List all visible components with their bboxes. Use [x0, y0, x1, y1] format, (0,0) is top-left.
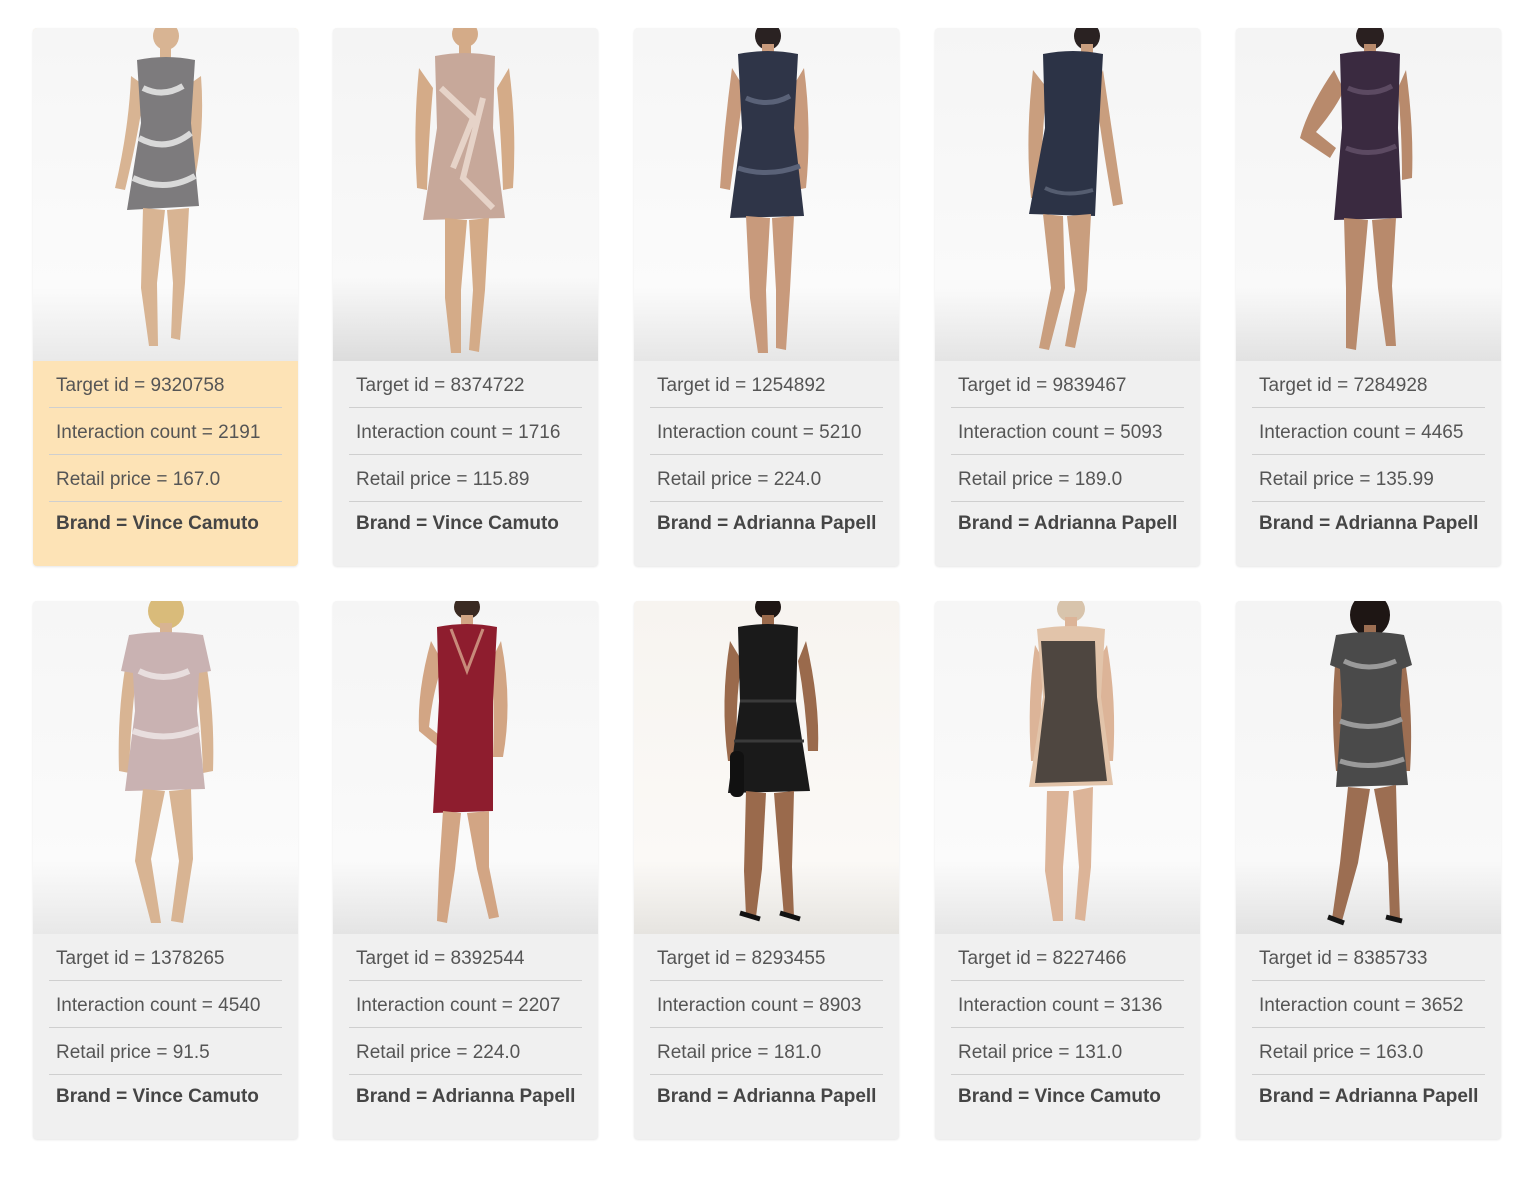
product-details: Target id = 8385733 Interaction count = … [1252, 934, 1485, 1119]
product-image[interactable] [333, 28, 598, 361]
brand: Brand = Vince Camuto [958, 1086, 1161, 1107]
dress-photo [333, 28, 598, 361]
retail-price: Retail price = 189.0 [951, 455, 1184, 502]
brand: Brand = Adrianna Papell [958, 513, 1178, 534]
retail-price: Retail price = 135.99 [1252, 455, 1485, 502]
interaction-count: Interaction count = 4465 [1252, 408, 1485, 455]
retail-price: Retail price = 181.0 [650, 1028, 883, 1075]
product-details: Target id = 9320758 Interaction count = … [49, 361, 282, 546]
product-card[interactable]: Target id = 9839467 Interaction count = … [935, 28, 1200, 566]
product-image[interactable] [33, 28, 298, 361]
retail-price: Retail price = 115.89 [349, 455, 582, 502]
target-id: Target id = 8392544 [349, 934, 582, 981]
product-details: Target id = 8374722 Interaction count = … [349, 361, 582, 546]
product-image[interactable] [1236, 28, 1501, 361]
dress-photo [1236, 601, 1501, 934]
target-id: Target id = 9320758 [49, 361, 282, 408]
brand: Brand = Adrianna Papell [1259, 1086, 1479, 1107]
dress-photo [935, 28, 1200, 361]
dress-photo [333, 601, 598, 934]
interaction-count: Interaction count = 3652 [1252, 981, 1485, 1028]
dress-photo [634, 601, 899, 934]
brand: Brand = Vince Camuto [356, 513, 559, 534]
product-card[interactable]: Target id = 8227466 Interaction count = … [935, 601, 1200, 1139]
brand: Brand = Vince Camuto [56, 513, 259, 534]
product-details: Target id = 8293455 Interaction count = … [650, 934, 883, 1119]
dress-photo [33, 601, 298, 934]
target-id: Target id = 9839467 [951, 361, 1184, 408]
product-card[interactable]: Target id = 8293455 Interaction count = … [634, 601, 899, 1139]
dress-photo [1236, 28, 1501, 361]
product-card[interactable]: Target id = 1378265 Interaction count = … [33, 601, 298, 1139]
product-details: Target id = 8392544 Interaction count = … [349, 934, 582, 1119]
retail-price: Retail price = 224.0 [650, 455, 883, 502]
brand: Brand = Adrianna Papell [1259, 513, 1479, 534]
dress-photo [33, 28, 298, 361]
product-image[interactable] [935, 28, 1200, 361]
product-image[interactable] [333, 601, 598, 934]
target-id: Target id = 1378265 [49, 934, 282, 981]
brand: Brand = Adrianna Papell [657, 513, 877, 534]
interaction-count: Interaction count = 1716 [349, 408, 582, 455]
product-card[interactable]: Target id = 8392544 Interaction count = … [333, 601, 598, 1139]
product-card[interactable]: Target id = 7284928 Interaction count = … [1236, 28, 1501, 566]
product-details: Target id = 9839467 Interaction count = … [951, 361, 1184, 546]
product-card[interactable]: Target id = 1254892 Interaction count = … [634, 28, 899, 566]
product-image[interactable] [33, 601, 298, 934]
product-card[interactable]: Target id = 8385733 Interaction count = … [1236, 601, 1501, 1139]
dress-photo [935, 601, 1200, 934]
retail-price: Retail price = 131.0 [951, 1028, 1184, 1075]
retail-price: Retail price = 224.0 [349, 1028, 582, 1075]
brand: Brand = Adrianna Papell [356, 1086, 576, 1107]
product-image[interactable] [634, 28, 899, 361]
target-id: Target id = 8227466 [951, 934, 1184, 981]
interaction-count: Interaction count = 8903 [650, 981, 883, 1028]
product-details: Target id = 1378265 Interaction count = … [49, 934, 282, 1119]
product-details: Target id = 8227466 Interaction count = … [951, 934, 1184, 1119]
product-image[interactable] [634, 601, 899, 934]
brand: Brand = Vince Camuto [56, 1086, 259, 1107]
target-id: Target id = 8374722 [349, 361, 582, 408]
retail-price: Retail price = 163.0 [1252, 1028, 1485, 1075]
interaction-count: Interaction count = 5210 [650, 408, 883, 455]
retail-price: Retail price = 167.0 [49, 455, 282, 502]
product-card[interactable]: Target id = 9320758 Interaction count = … [33, 28, 298, 566]
brand: Brand = Adrianna Papell [657, 1086, 877, 1107]
product-card[interactable]: Target id = 8374722 Interaction count = … [333, 28, 598, 566]
interaction-count: Interaction count = 2207 [349, 981, 582, 1028]
product-details: Target id = 1254892 Interaction count = … [650, 361, 883, 546]
target-id: Target id = 8293455 [650, 934, 883, 981]
retail-price: Retail price = 91.5 [49, 1028, 282, 1075]
product-details: Target id = 7284928 Interaction count = … [1252, 361, 1485, 546]
interaction-count: Interaction count = 2191 [49, 408, 282, 455]
product-image[interactable] [1236, 601, 1501, 934]
dress-photo [634, 28, 899, 361]
interaction-count: Interaction count = 5093 [951, 408, 1184, 455]
target-id: Target id = 1254892 [650, 361, 883, 408]
product-grid: Target id = 9320758 Interaction count = … [0, 0, 1536, 1186]
target-id: Target id = 8385733 [1252, 934, 1485, 981]
interaction-count: Interaction count = 3136 [951, 981, 1184, 1028]
product-image[interactable] [935, 601, 1200, 934]
target-id: Target id = 7284928 [1252, 361, 1485, 408]
interaction-count: Interaction count = 4540 [49, 981, 282, 1028]
